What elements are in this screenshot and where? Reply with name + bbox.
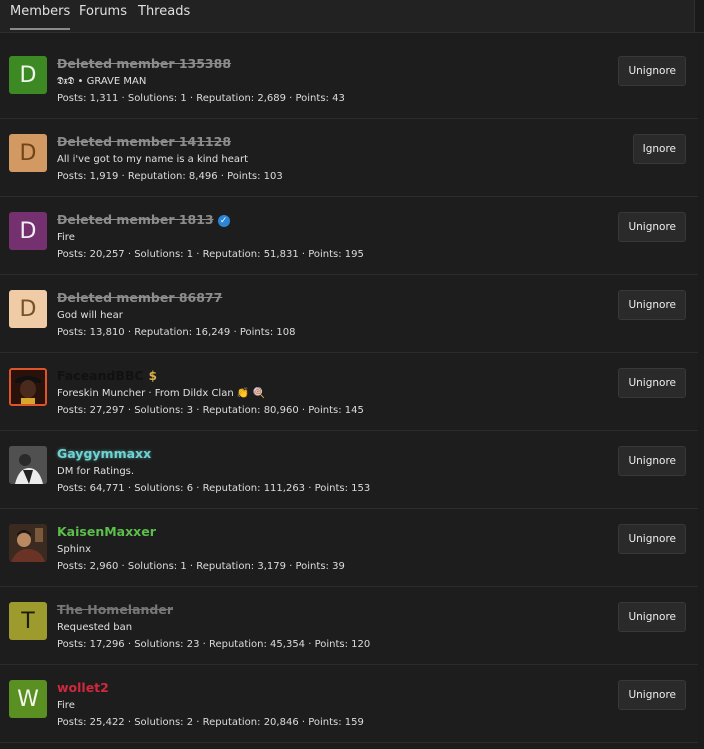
avatar[interactable] — [9, 446, 47, 484]
member-name[interactable]: Deleted member 141128 — [57, 134, 578, 150]
member-title: Foreskin Muncher · From Dildx Clan 👏 🍭 — [57, 388, 265, 399]
list-item: W wollet2 Fire Posts: 25,422 · Solutions… — [0, 665, 698, 743]
list-item: T The Homelander Requested ban Posts: 17… — [0, 587, 698, 665]
avatar[interactable] — [9, 368, 47, 406]
avatar-photo-icon — [9, 446, 47, 484]
avatar[interactable]: T — [9, 602, 47, 640]
member-title: Fire — [57, 700, 75, 711]
member-stats: Posts: 20,257 · Solutions: 1 · Reputatio… — [57, 249, 364, 260]
member-stats: Posts: 25,422 · Solutions: 2 · Reputatio… — [57, 717, 364, 728]
unignore-button[interactable]: Unignore — [618, 680, 686, 710]
ignored-members-list: D Deleted member 135388 𝕯𝖝𝕯 • GRAVE MAN … — [0, 41, 698, 743]
unignore-button[interactable]: Unignore — [618, 602, 686, 632]
member-title: 𝕯𝖝𝕯 • GRAVE MAN — [57, 76, 147, 87]
unignore-button[interactable]: Unignore — [618, 290, 686, 320]
member-title: God will hear — [57, 310, 123, 321]
list-item: Gaygymmaxx DM for Ratings. Posts: 64,771… — [0, 431, 698, 509]
unignore-button[interactable]: Unignore — [618, 524, 686, 554]
member-info: FaceandBBC $ Foreskin Muncher · From Dild… — [57, 368, 578, 417]
unignore-button[interactable]: Unignore — [618, 212, 686, 242]
list-item: D Deleted member 141128 All i've got to … — [0, 119, 698, 197]
member-info: Deleted member 86877 God will hear Posts… — [57, 290, 578, 339]
member-title: Fire — [57, 232, 75, 243]
avatar[interactable] — [9, 524, 47, 562]
member-name[interactable]: Gaygymmaxx — [57, 446, 578, 462]
list-item: FaceandBBC $ Foreskin Muncher · From Dild… — [0, 353, 698, 431]
member-stats: Posts: 1,919 · Reputation: 8,496 · Point… — [57, 171, 283, 182]
verified-check-icon: ✓ — [217, 215, 230, 227]
tab-members[interactable]: Members — [10, 0, 71, 30]
member-name[interactable]: Deleted member 135388 — [57, 56, 578, 72]
member-stats: Posts: 17,296 · Solutions: 23 · Reputati… — [57, 639, 371, 650]
member-name[interactable]: FaceandBBC — [57, 368, 144, 383]
member-stats: Posts: 1,311 · Solutions: 1 · Reputation… — [57, 93, 345, 104]
member-stats: Posts: 27,297 · Solutions: 3 · Reputatio… — [57, 405, 364, 416]
member-name-row: FaceandBBC $ — [57, 368, 578, 384]
member-info: The Homelander Requested ban Posts: 17,2… — [57, 602, 578, 651]
member-stats: Posts: 13,810 · Reputation: 16,249 · Poi… — [57, 327, 296, 338]
scrollbar-track — [694, 0, 704, 32]
member-title: DM for Ratings. — [57, 466, 135, 477]
avatar[interactable]: D — [9, 290, 47, 328]
member-name[interactable]: KaisenMaxxer — [57, 524, 578, 540]
member-title: Requested ban — [57, 622, 133, 633]
avatar[interactable]: D — [9, 212, 47, 250]
unignore-button[interactable]: Unignore — [618, 446, 686, 476]
ignore-button[interactable]: Ignore — [632, 134, 686, 164]
member-info: Gaygymmaxx DM for Ratings. Posts: 64,771… — [57, 446, 578, 495]
member-info: wollet2 Fire Posts: 25,422 · Solutions: … — [57, 680, 578, 729]
unignore-button[interactable]: Unignore — [618, 56, 686, 86]
unignore-button[interactable]: Unignore — [618, 368, 686, 398]
member-info: Deleted member 135388 𝕯𝖝𝕯 • GRAVE MAN Po… — [57, 56, 578, 105]
avatar[interactable]: D — [9, 134, 47, 172]
tab-forums[interactable]: Forums — [79, 0, 127, 28]
member-stats: Posts: 2,960 · Solutions: 1 · Reputation… — [57, 561, 345, 572]
avatar-photo-icon — [9, 524, 47, 562]
member-title: All i've got to my name is a kind heart — [57, 154, 249, 165]
member-stats: Posts: 64,771 · Solutions: 6 · Reputatio… — [57, 483, 371, 494]
list-item: D Deleted member 135388 𝕯𝖝𝕯 • GRAVE MAN … — [0, 41, 698, 119]
member-name[interactable]: Deleted member 1813 — [57, 212, 214, 227]
avatar[interactable]: D — [9, 56, 47, 94]
member-name[interactable]: Deleted member 86877 — [57, 290, 578, 306]
member-name[interactable]: wollet2 — [57, 680, 578, 696]
member-info: Deleted member 1813 ✓ Fire Posts: 20,257 … — [57, 212, 578, 261]
tab-threads[interactable]: Threads — [138, 0, 190, 28]
member-title: Sphinx — [57, 544, 92, 555]
member-name[interactable]: The Homelander — [57, 602, 578, 618]
money-bag-icon: $ — [148, 369, 157, 383]
tab-bar: Members Forums Threads — [0, 0, 704, 33]
list-item: D Deleted member 86877 God will hear Pos… — [0, 275, 698, 353]
list-item: KaisenMaxxer Sphinx Posts: 2,960 · Solut… — [0, 509, 698, 587]
avatar[interactable]: W — [9, 680, 47, 718]
member-info: Deleted member 141128 All i've got to my… — [57, 134, 578, 183]
member-name-row: Deleted member 1813 ✓ — [57, 212, 578, 228]
avatar-photo-icon — [11, 370, 45, 404]
member-info: KaisenMaxxer Sphinx Posts: 2,960 · Solut… — [57, 524, 578, 573]
list-item: D Deleted member 1813 ✓ Fire Posts: 20,25… — [0, 197, 698, 275]
